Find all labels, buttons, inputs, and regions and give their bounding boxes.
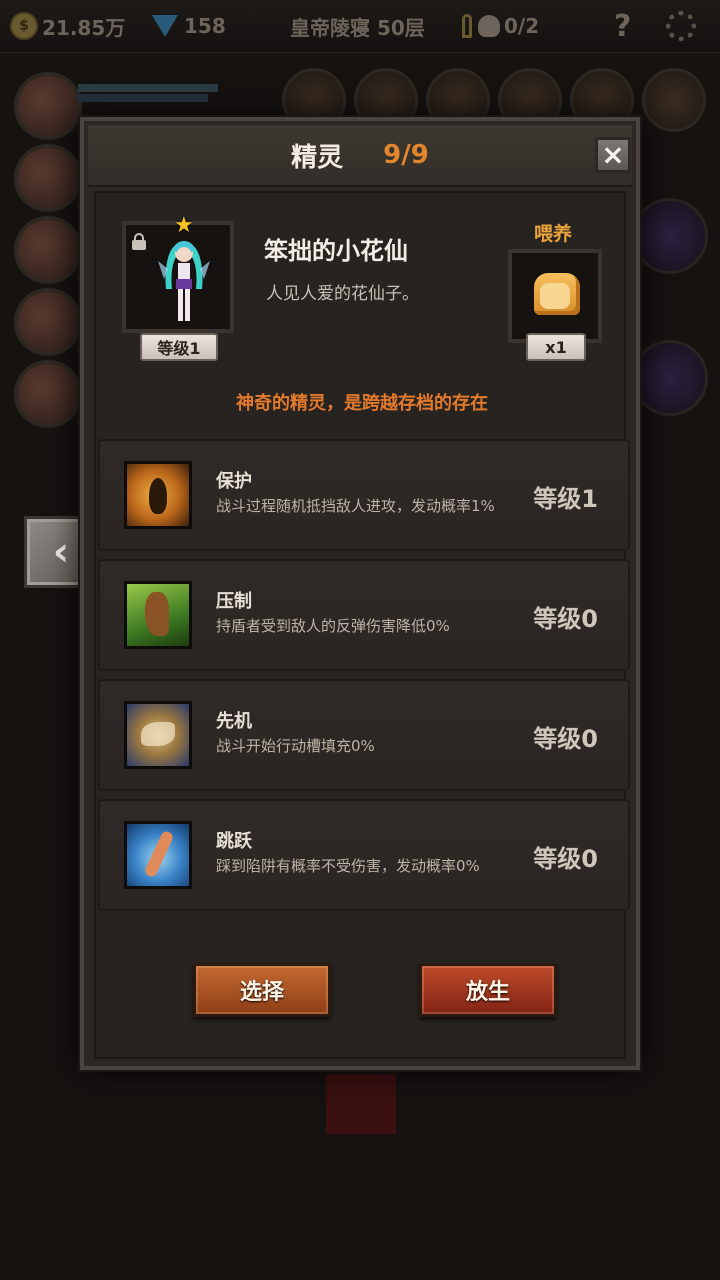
skill-row-protect[interactable]: 保护 战斗过程随机抵挡敌人进攻，发动概率1% 等级1 <box>98 439 630 551</box>
dungeon-location: 皇帝陵寝 50层 <box>290 0 425 52</box>
gold-counter: $ 21.85万 <box>10 0 125 52</box>
spirit-name: 笨拙的小花仙 <box>264 237 408 265</box>
keys-amount: 0/2 <box>504 14 540 38</box>
hero-portrait[interactable] <box>14 216 82 284</box>
side-portrait[interactable] <box>632 340 708 416</box>
panel-title-group: 精灵 9/9 <box>88 125 632 185</box>
skill-level: 等级1 <box>533 485 598 513</box>
feed-quantity-tag: x1 <box>526 333 586 361</box>
skill-description: 持盾者受到敌人的反弹伤害降低0% <box>216 617 450 635</box>
chevron-left-icon: ‹ <box>52 529 70 575</box>
feed-label: 喂养 <box>534 223 573 245</box>
select-label: 选择 <box>239 980 284 1005</box>
help-button[interactable]: ? <box>614 0 631 52</box>
spirit-portrait-frame[interactable]: ★ <box>122 213 234 333</box>
claw-icon <box>124 581 192 649</box>
panel-header: 精灵 9/9 × <box>88 125 632 187</box>
close-button[interactable]: × <box>595 137 631 173</box>
spirit-count: 9/9 <box>383 140 429 170</box>
skill-description: 战斗开始行动槽填充0% <box>216 737 375 755</box>
release-label: 放生 <box>465 980 510 1005</box>
settings-button[interactable] <box>666 0 696 52</box>
side-portrait[interactable] <box>632 198 708 274</box>
skill-name: 压制 <box>216 591 252 612</box>
skull-icon <box>478 15 500 37</box>
help-icon: ? <box>614 8 632 44</box>
skill-name: 先机 <box>216 711 252 732</box>
pumpkin-slot[interactable] <box>642 68 706 132</box>
lock-icon[interactable] <box>132 233 146 250</box>
fairy-sprite <box>158 241 210 321</box>
skill-description: 战斗过程随机抵挡敌人进攻，发动概率1% <box>216 497 495 515</box>
hero-portrait[interactable] <box>14 360 82 428</box>
panel-title: 精灵 <box>291 142 344 173</box>
diamond-icon <box>152 15 178 37</box>
coin-icon: $ <box>10 12 38 40</box>
key-icon <box>462 14 472 38</box>
bread-icon <box>534 273 580 315</box>
panel-body: ★ 等级1 笨拙的小花仙 人见人爱的花仙子。 喂养 x1 神奇的精灵，是跨越存档… <box>94 191 630 1059</box>
hp-bar <box>78 84 218 92</box>
spirit-panel: 精灵 9/9 × ★ 等级1 笨拙的小花仙 人见人爱的花仙子。 喂养 x1 神奇… <box>80 117 640 1070</box>
spirit-note: 神奇的精灵，是跨越存档的存在 <box>236 393 488 414</box>
skill-row-initiative[interactable]: 先机 战斗开始行动槽填充0% 等级0 <box>98 679 630 791</box>
star-icon: ★ <box>174 213 194 238</box>
close-icon: × <box>601 138 625 171</box>
gem-amount: 158 <box>184 14 226 38</box>
feed-quantity: x1 <box>545 337 567 357</box>
background-door <box>326 1074 396 1134</box>
skill-name: 保护 <box>216 471 252 492</box>
mp-bar <box>78 94 208 102</box>
location-text: 皇帝陵寝 50层 <box>290 15 425 40</box>
skill-level: 等级0 <box>533 725 598 753</box>
spirit-description: 人见人爱的花仙子。 <box>266 284 419 304</box>
skill-row-jump[interactable]: 跳跃 踩到陷阱有概率不受伤害，发动概率0% 等级0 <box>98 799 630 911</box>
skill-name: 跳跃 <box>216 831 252 852</box>
spirit-level: 等级1 <box>157 339 201 358</box>
shield-fairy-icon <box>124 461 192 529</box>
hero-portrait[interactable] <box>14 72 82 140</box>
release-button[interactable]: 放生 <box>419 963 557 1017</box>
keys-counter: 0/2 <box>462 0 539 52</box>
spirit-level-tag: 等级1 <box>140 333 218 361</box>
select-button[interactable]: 选择 <box>193 963 331 1017</box>
skill-row-suppress[interactable]: 压制 持盾者受到敌人的反弹伤害降低0% 等级0 <box>98 559 630 671</box>
hero-portrait[interactable] <box>14 144 82 212</box>
hero-portrait[interactable] <box>14 288 82 356</box>
jump-icon <box>124 821 192 889</box>
skill-level: 等级0 <box>533 845 598 873</box>
top-bar: $ 21.85万 158 皇帝陵寝 50层 0/2 ? <box>0 0 720 53</box>
gear-icon <box>666 11 696 41</box>
skill-level: 等级0 <box>533 605 598 633</box>
gold-amount: 21.85万 <box>42 15 126 40</box>
skill-description: 踩到陷阱有概率不受伤害，发动概率0% <box>216 857 480 875</box>
leopard-icon <box>124 701 192 769</box>
gem-counter: 158 <box>152 0 226 52</box>
feed-button[interactable] <box>508 249 602 343</box>
